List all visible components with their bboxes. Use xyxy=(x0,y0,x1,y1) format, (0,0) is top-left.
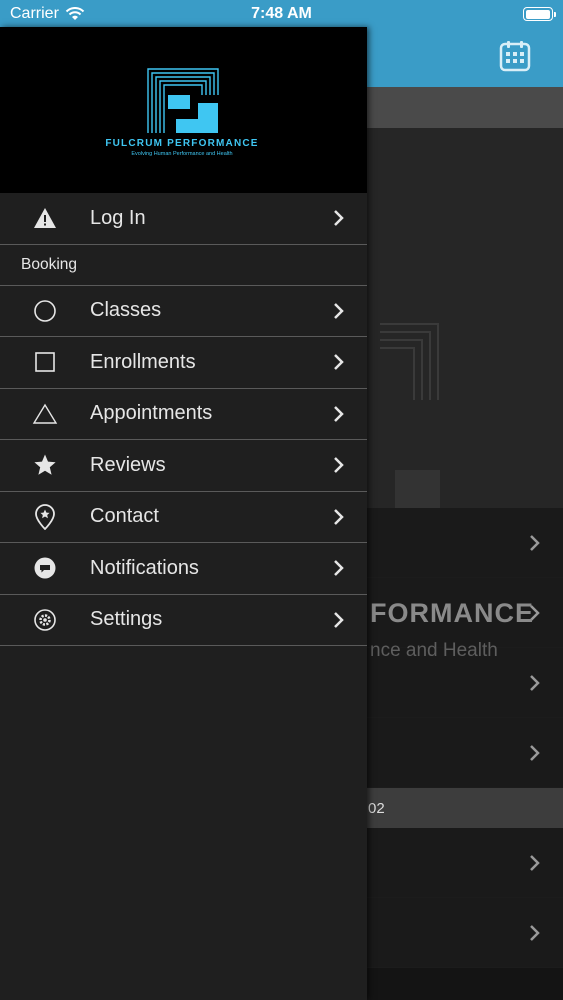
menu-item-appointments[interactable]: Appointments xyxy=(0,388,367,440)
status-bar: Carrier 7:48 AM xyxy=(0,0,563,28)
menu-label: Appointments xyxy=(90,402,213,425)
menu-label: Enrollments xyxy=(90,350,196,373)
chat-bubble-icon xyxy=(32,555,58,581)
menu-item-enrollments[interactable]: Enrollments xyxy=(0,337,367,389)
chevron-right-icon xyxy=(530,744,540,761)
chevron-right-icon xyxy=(530,924,540,941)
square-icon xyxy=(32,349,58,375)
chevron-right-icon xyxy=(334,210,344,227)
section-header-booking: Booking xyxy=(0,244,367,286)
chevron-right-icon xyxy=(530,534,540,551)
fulcrum-logo xyxy=(147,68,219,133)
logo-subtitle: Evolving Human Performance and Health xyxy=(131,151,233,157)
chevron-right-icon xyxy=(334,560,344,577)
side-drawer: FULCRUM PERFORMANCE Evolving Human Perfo… xyxy=(0,27,367,1000)
gear-icon xyxy=(32,607,58,633)
menu-item-reviews[interactable]: Reviews xyxy=(0,440,367,492)
background-brand-subtitle: nce and Health xyxy=(370,640,498,661)
location-pin-icon xyxy=(32,503,58,530)
triangle-icon xyxy=(32,401,58,427)
wifi-icon xyxy=(65,7,85,20)
carrier-label: Carrier xyxy=(10,5,59,22)
menu-label: Classes xyxy=(90,299,162,322)
logo-title: FULCRUM PERFORMANCE xyxy=(105,138,259,149)
background-logo-graphic xyxy=(380,323,439,400)
warning-icon xyxy=(32,205,58,231)
menu-label: Contact xyxy=(90,505,159,528)
circle-icon xyxy=(32,298,58,324)
star-icon xyxy=(32,452,58,478)
section-text: 02 xyxy=(368,800,385,817)
drawer-header: FULCRUM PERFORMANCE Evolving Human Perfo… xyxy=(0,27,367,193)
menu-item-contact[interactable]: Contact xyxy=(0,491,367,543)
chevron-right-icon xyxy=(334,508,344,525)
battery-icon xyxy=(523,7,556,21)
menu-item-log-in[interactable]: Log In xyxy=(0,193,367,245)
menu-label: Notifications xyxy=(90,556,199,579)
menu-item-notifications[interactable]: Notifications xyxy=(0,543,367,595)
menu-label: Log In xyxy=(90,206,146,229)
chevron-right-icon xyxy=(530,854,540,871)
calendar-icon[interactable] xyxy=(499,40,531,72)
menu-item-settings[interactable]: Settings xyxy=(0,594,367,646)
menu-item-classes[interactable]: Classes xyxy=(0,285,367,337)
chevron-right-icon xyxy=(334,302,344,319)
chevron-right-icon xyxy=(334,405,344,422)
chevron-right-icon xyxy=(334,457,344,474)
menu-label: Settings xyxy=(90,608,163,631)
menu-label: Reviews xyxy=(90,453,166,476)
background-brand-text: FORMANCE xyxy=(370,598,534,628)
background-logo-block xyxy=(395,470,440,510)
chevron-right-icon xyxy=(334,354,344,371)
chevron-right-icon xyxy=(530,674,540,691)
chevron-right-icon xyxy=(334,611,344,628)
